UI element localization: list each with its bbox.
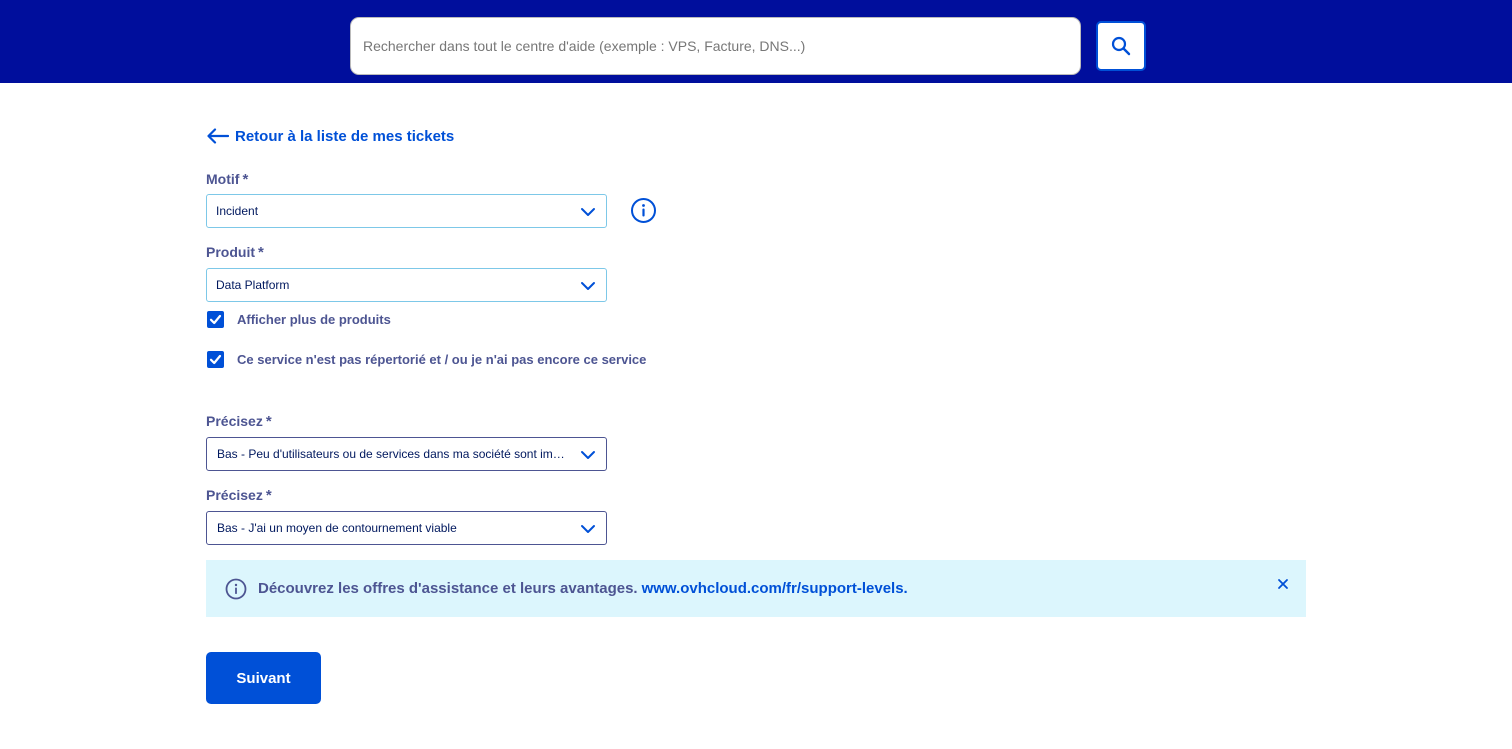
- top-header: [0, 0, 1512, 83]
- required-asterisk: *: [265, 413, 272, 430]
- produit-value: Data Platform: [216, 278, 290, 292]
- precisez-impact-label: Précisez *: [206, 413, 272, 430]
- motif-select[interactable]: Incident: [206, 194, 607, 228]
- info-icon: [225, 578, 247, 599]
- workaround-value: Bas - J'ai un moyen de contournement via…: [217, 521, 457, 535]
- chevron-down-icon: [581, 525, 595, 533]
- show-more-products-checkbox[interactable]: Afficher plus de produits: [207, 311, 391, 328]
- close-icon[interactable]: [1276, 577, 1290, 591]
- produit-label: Produit *: [206, 244, 264, 261]
- banner-text: Découvrez les offres d'assistance et leu…: [258, 580, 908, 597]
- motif-value: Incident: [216, 204, 259, 218]
- impact-value: Bas - Peu d'utilisateurs ou de services …: [217, 447, 570, 461]
- back-link-label: Retour à la liste de mes tickets: [235, 127, 455, 145]
- service-not-listed-checkbox[interactable]: Ce service n'est pas répertorié et / ou …: [207, 351, 646, 368]
- chevron-down-icon: [581, 451, 595, 459]
- required-asterisk: *: [258, 244, 264, 261]
- search-button[interactable]: [1096, 21, 1146, 71]
- impact-select[interactable]: Bas - Peu d'utilisateurs ou de services …: [206, 437, 607, 471]
- checkbox-label: Ce service n'est pas répertorié et / ou …: [237, 352, 647, 367]
- checkmark-icon: [209, 314, 222, 325]
- motif-info-button[interactable]: [630, 197, 657, 224]
- produit-select[interactable]: Data Platform: [206, 268, 607, 302]
- search-input[interactable]: [350, 17, 1081, 75]
- checkbox-checked[interactable]: [207, 351, 224, 368]
- back-to-tickets-link[interactable]: Retour à la liste de mes tickets: [206, 124, 454, 148]
- support-levels-link[interactable]: www.ovhcloud.com/fr/support-levels.: [642, 580, 908, 597]
- required-asterisk: *: [242, 171, 249, 188]
- motif-label: Motif *: [206, 171, 249, 188]
- arrow-left-icon: [207, 128, 229, 144]
- next-button[interactable]: Suivant: [206, 652, 321, 704]
- checkbox-label: Afficher plus de produits: [237, 312, 391, 327]
- required-asterisk: *: [265, 487, 272, 504]
- info-icon: [631, 198, 656, 223]
- workaround-select[interactable]: Bas - J'ai un moyen de contournement via…: [206, 511, 607, 545]
- support-levels-banner: Découvrez les offres d'assistance et leu…: [206, 560, 1306, 617]
- precisez-workaround-label: Précisez *: [206, 487, 272, 504]
- checkmark-icon: [209, 354, 222, 365]
- chevron-down-icon: [581, 208, 595, 216]
- chevron-down-icon: [581, 282, 595, 290]
- checkbox-checked[interactable]: [207, 311, 224, 328]
- search-icon: [1111, 36, 1131, 56]
